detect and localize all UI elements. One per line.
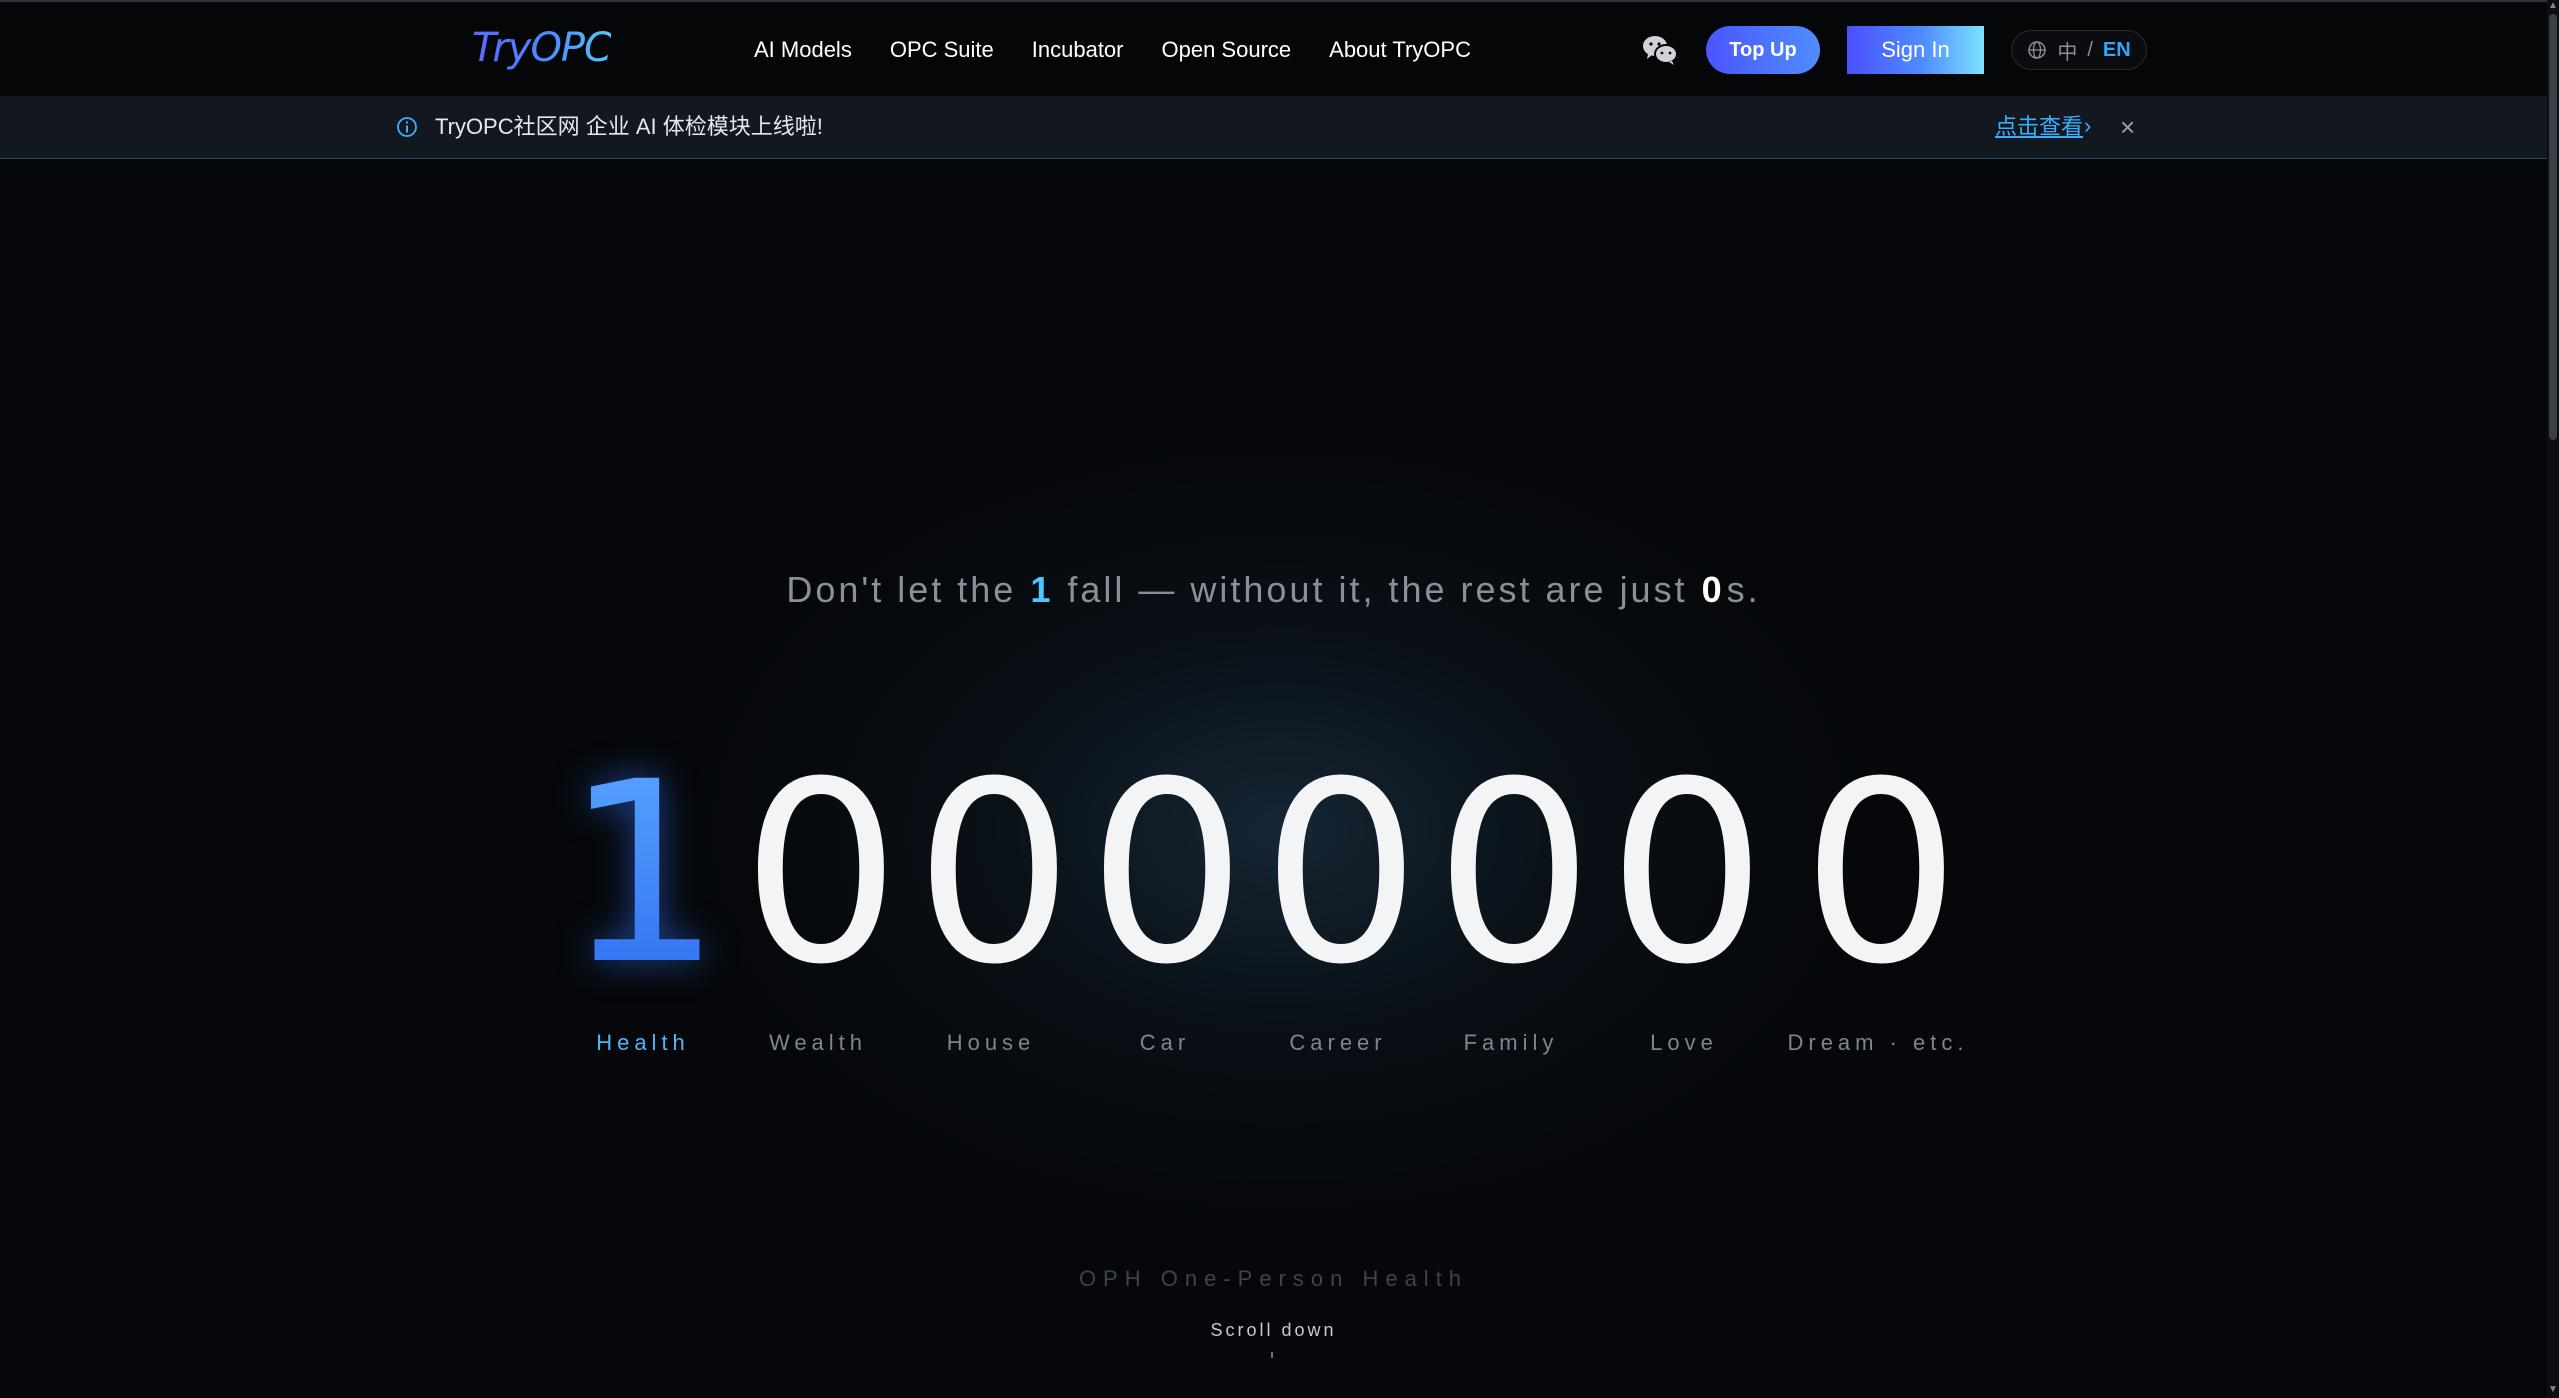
oph-caption: OPH One-Person Health xyxy=(1078,1266,1469,1291)
logo[interactable]: TryOPC xyxy=(472,20,612,76)
digit-career: 0 xyxy=(1261,728,1421,1019)
chevron-right-icon[interactable]: › xyxy=(2084,96,2091,156)
nav-incubator[interactable]: Incubator xyxy=(1032,30,1124,70)
lang-zh[interactable]: 中 xyxy=(2057,36,2077,65)
sign-in-button[interactable]: Sign In xyxy=(1847,26,1984,74)
digit-dream: 0 xyxy=(1801,728,1961,1019)
tagline-post: s. xyxy=(1726,569,1761,610)
lang-separator: / xyxy=(2087,38,2093,61)
nav-ai-models[interactable]: AI Models xyxy=(754,30,852,70)
info-icon xyxy=(397,117,417,137)
globe-icon xyxy=(2028,41,2047,59)
label-love: Love xyxy=(1650,1030,1718,1055)
announcement-link[interactable]: 点击查看 xyxy=(1995,96,2083,158)
nav-about[interactable]: About TryOPC xyxy=(1329,30,1471,70)
scroll-down-arrow-icon[interactable]: ▼ xyxy=(2548,1384,2558,1395)
tagline-mid: fall — without it, the rest are just xyxy=(1067,569,1688,610)
digit-family: 0 xyxy=(1434,728,1594,1019)
digit-car: 0 xyxy=(1087,728,1247,1019)
scroll-indicator-line xyxy=(1271,1352,1273,1358)
announcement-text: TryOPC社区网 企业 AI 体检模块上线啦! xyxy=(435,114,823,139)
label-dream: Dream · etc. xyxy=(1787,1030,1969,1055)
digit-health: 1 xyxy=(563,728,723,1019)
top-up-button[interactable]: Top Up xyxy=(1706,26,1820,74)
hero-tagline: Don't let the 1 fall — without it, the res… xyxy=(0,562,2547,618)
digit-house: 0 xyxy=(914,728,1074,1019)
close-icon[interactable]: × xyxy=(2120,96,2135,158)
scrollbar-thumb[interactable] xyxy=(2549,14,2557,440)
digit-wealth: 0 xyxy=(741,728,901,1019)
tagline-one: 1 xyxy=(1030,569,1054,610)
main-nav: AI Models OPC Suite Incubator Open Sourc… xyxy=(754,30,1509,70)
wechat-icon[interactable] xyxy=(1640,30,1680,70)
scroll-down-hint[interactable]: Scroll down xyxy=(0,1320,2547,1341)
scroll-up-arrow-icon[interactable]: ▲ xyxy=(2548,0,2558,11)
tagline-pre: Don't let the xyxy=(786,569,1017,610)
site-header: TryOPC AI Models OPC Suite Incubator Ope… xyxy=(0,2,2547,96)
tagline-zero: 0 xyxy=(1701,569,1725,610)
digit-love: 0 xyxy=(1607,728,1767,1019)
nav-open-source[interactable]: Open Source xyxy=(1162,30,1292,70)
announcement-bar: TryOPC社区网 企业 AI 体检模块上线啦! 点击查看 › × xyxy=(0,96,2547,159)
lang-en[interactable]: EN xyxy=(2103,39,2131,62)
language-switcher[interactable]: 中 / EN xyxy=(2011,30,2147,70)
nav-opc-suite[interactable]: OPC Suite xyxy=(890,30,994,70)
